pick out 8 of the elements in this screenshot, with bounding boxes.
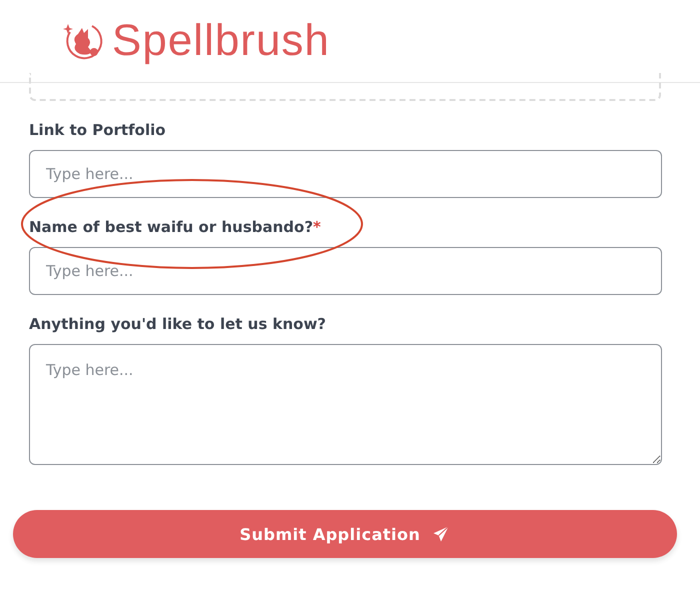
text-field[interactable]: Type here... — [29, 150, 662, 198]
logo-text: Spellbrush — [112, 16, 330, 66]
field-label: Name of best waifu or husbando?* — [29, 218, 322, 236]
submit-button[interactable]: Submit Application — [13, 510, 677, 558]
message-field[interactable]: Type here... — [29, 344, 662, 465]
field-label: Anything you'd like to let us know? — [29, 315, 328, 333]
text-field[interactable]: Type here... — [29, 247, 662, 295]
field-label: Link to Portfolio — [29, 121, 167, 139]
